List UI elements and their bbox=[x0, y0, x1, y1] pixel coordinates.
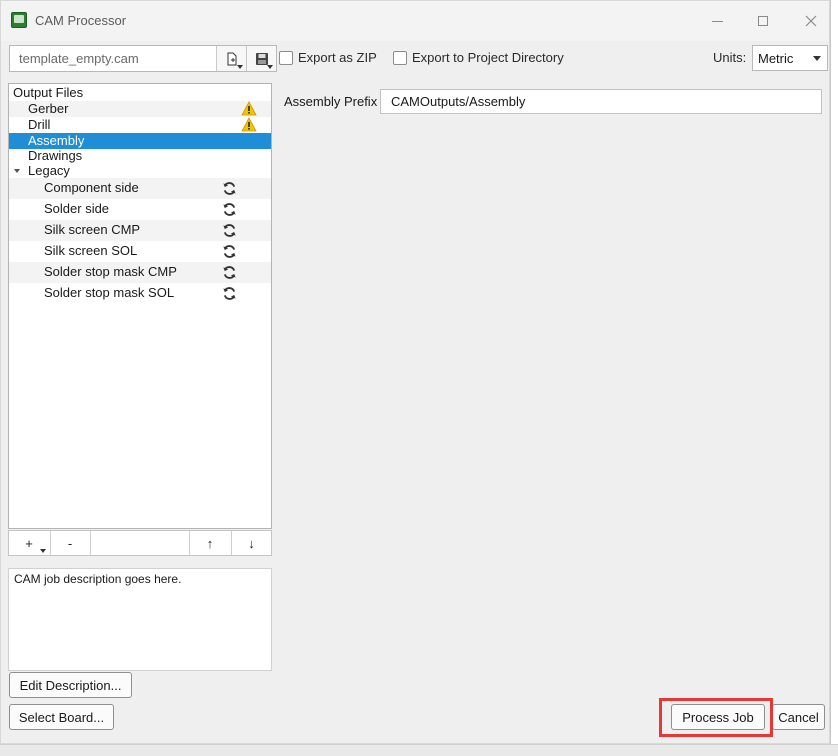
tree-item-label: Drill bbox=[28, 117, 51, 132]
add-output-button[interactable]: + bbox=[9, 531, 49, 555]
move-down-button[interactable]: ↓ bbox=[232, 531, 271, 555]
units-value: Metric bbox=[758, 51, 794, 66]
units-label: Units: bbox=[713, 50, 747, 65]
units-select[interactable]: Metric bbox=[752, 45, 828, 71]
export-zip-label: Export as ZIP bbox=[298, 50, 377, 65]
refresh-icon bbox=[223, 203, 236, 216]
tree-item-solder-side[interactable]: Solder side bbox=[9, 199, 271, 220]
tree-item-silk-screen-cmp[interactable]: Silk screen CMP bbox=[9, 220, 271, 241]
refresh-icon bbox=[223, 224, 236, 237]
remove-label: - bbox=[67, 535, 73, 551]
tree-item-solder-stop-mask-cmp[interactable]: Solder stop mask CMP bbox=[9, 262, 271, 283]
arrow-down-icon: ↓ bbox=[248, 535, 255, 551]
open-file-button[interactable] bbox=[216, 46, 246, 71]
export-project-dir-checkbox[interactable] bbox=[393, 51, 407, 65]
tree-item-solder-stop-mask-sol[interactable]: Solder stop mask SOL bbox=[9, 283, 271, 304]
background-bottom-edge bbox=[0, 744, 838, 756]
tree-item-label: Assembly bbox=[28, 133, 85, 148]
tree-item-label: Legacy bbox=[28, 163, 70, 178]
title-bar: CAM Processor bbox=[1, 1, 829, 41]
tree-item-assembly[interactable]: Assembly bbox=[9, 133, 271, 149]
save-file-button[interactable] bbox=[246, 46, 276, 71]
template-file-combo[interactable]: template_empty.cam bbox=[9, 45, 277, 72]
assembly-prefix-input[interactable]: CAMOutputs/Assembly bbox=[380, 89, 822, 114]
minimize-icon bbox=[711, 20, 723, 22]
tree-item-label: Solder stop mask CMP bbox=[44, 264, 177, 279]
tree-item-drill[interactable]: Drill bbox=[9, 117, 271, 133]
tree-item-gerber[interactable]: Gerber bbox=[9, 101, 271, 117]
job-description: CAM job description goes here. bbox=[8, 568, 272, 671]
tree-item-drawings[interactable]: Drawings bbox=[9, 148, 271, 164]
chevron-down-icon bbox=[237, 65, 243, 69]
process-job-button[interactable]: Process Job bbox=[671, 704, 765, 730]
window-title: CAM Processor bbox=[35, 13, 127, 28]
eagle-app-icon bbox=[11, 12, 27, 28]
close-icon bbox=[805, 15, 817, 27]
chevron-down-icon bbox=[267, 65, 273, 69]
tree-item-label: Drawings bbox=[28, 148, 83, 163]
tree-item-label: Solder side bbox=[44, 201, 110, 216]
template-file-name: template_empty.cam bbox=[19, 51, 139, 66]
tree-item-label: Output Files bbox=[13, 85, 84, 100]
move-up-button[interactable]: ↑ bbox=[190, 531, 230, 555]
refresh-icon bbox=[223, 266, 236, 279]
refresh-icon bbox=[223, 245, 236, 258]
tree-item-component-side[interactable]: Component side bbox=[9, 178, 271, 199]
export-zip-checkbox[interactable] bbox=[279, 51, 293, 65]
minimize-button[interactable] bbox=[703, 9, 731, 33]
warning-icon bbox=[241, 117, 257, 132]
refresh-icon bbox=[223, 182, 236, 195]
cam-processor-window: CAM Processor template_empty.cam Export … bbox=[0, 0, 830, 744]
save-icon bbox=[255, 52, 268, 65]
open-file-icon bbox=[227, 52, 236, 65]
tree-item-label: Component side bbox=[44, 180, 139, 195]
tree-button-bar: + - ↑ ↓ bbox=[8, 530, 272, 556]
cancel-button[interactable]: Cancel bbox=[772, 704, 825, 730]
warning-icon bbox=[241, 101, 257, 116]
remove-output-button[interactable]: - bbox=[51, 531, 89, 555]
arrow-up-icon: ↑ bbox=[206, 535, 214, 551]
divider bbox=[90, 531, 91, 555]
tree-item-label: Gerber bbox=[28, 101, 69, 116]
add-label: + bbox=[25, 535, 33, 551]
edit-description-button[interactable]: Edit Description... bbox=[9, 672, 132, 698]
tree-item-label: Silk screen SOL bbox=[44, 243, 138, 258]
background-window-edge bbox=[830, 0, 838, 756]
maximize-button[interactable] bbox=[749, 9, 777, 33]
refresh-icon bbox=[223, 287, 236, 300]
expand-caret-icon[interactable] bbox=[14, 169, 20, 173]
output-files-tree[interactable]: Output Files Gerber Drill Assembly Drawi… bbox=[8, 83, 272, 529]
export-project-dir-label: Export to Project Directory bbox=[412, 50, 564, 65]
select-board-button[interactable]: Select Board... bbox=[9, 704, 114, 730]
tree-item-label: Silk screen CMP bbox=[44, 222, 141, 237]
maximize-icon bbox=[758, 16, 768, 26]
close-button[interactable] bbox=[797, 9, 825, 33]
tree-item-label: Solder stop mask SOL bbox=[44, 285, 175, 300]
tree-root-output-files[interactable]: Output Files bbox=[9, 85, 271, 101]
assembly-prefix-label: Assembly Prefix bbox=[284, 94, 378, 109]
tree-item-legacy[interactable]: Legacy bbox=[9, 163, 271, 179]
chevron-down-icon bbox=[813, 56, 821, 61]
tree-item-silk-screen-sol[interactable]: Silk screen SOL bbox=[9, 241, 271, 262]
chevron-down-icon bbox=[40, 549, 46, 553]
